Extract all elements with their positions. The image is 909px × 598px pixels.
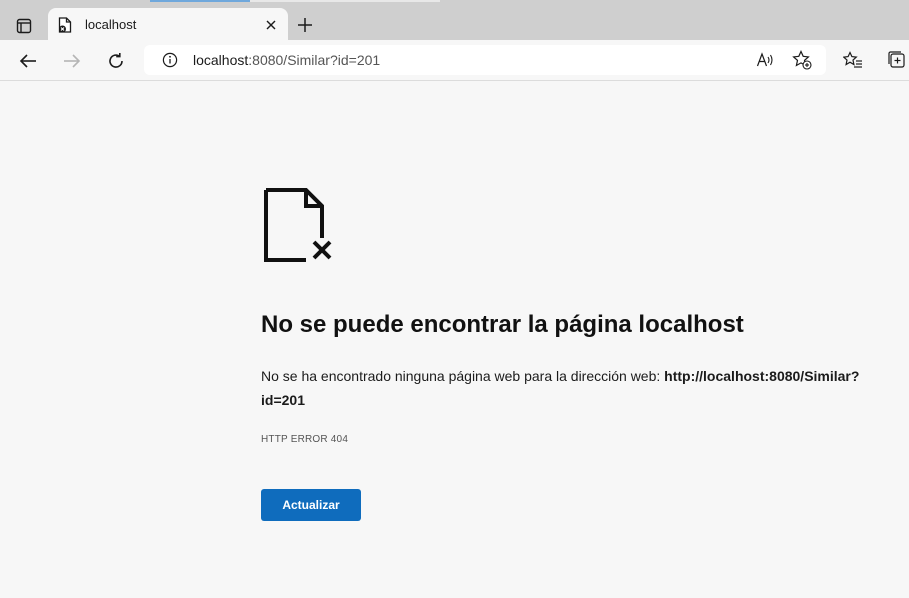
- forward-arrow-icon: [64, 54, 81, 68]
- favorites-button[interactable]: [841, 48, 865, 72]
- tab-actions-icon: [16, 18, 32, 34]
- browser-toolbar: localhost:8080/Similar?id=201: [0, 40, 909, 81]
- tab-close-button[interactable]: [262, 16, 280, 34]
- error-code: HTTP ERROR 404: [261, 434, 349, 445]
- tab-strip: localhost: [0, 0, 909, 41]
- reload-button[interactable]: Actualizar: [261, 489, 361, 521]
- description-text: No se ha encontrado ninguna página web p…: [261, 368, 665, 384]
- read-aloud-icon: [756, 52, 773, 67]
- refresh-button[interactable]: [101, 46, 131, 76]
- address-bar[interactable]: localhost:8080/Similar?id=201: [144, 45, 826, 75]
- tab-localhost[interactable]: localhost: [48, 8, 288, 41]
- collections-icon: [888, 51, 905, 68]
- back-button[interactable]: [13, 46, 43, 76]
- tab-strip-accent: [150, 0, 250, 2]
- close-icon: [266, 20, 276, 30]
- favorites-icon: [843, 51, 862, 68]
- add-favorite-button[interactable]: [792, 50, 812, 70]
- url-text[interactable]: localhost:8080/Similar?id=201: [193, 52, 380, 68]
- page-title: No se puede encontrar la página localhos…: [261, 311, 744, 338]
- tab-strip-accent-light: [250, 0, 440, 2]
- back-arrow-icon: [19, 54, 36, 68]
- info-icon[interactable]: [162, 52, 178, 68]
- tab-title: localhost: [85, 17, 137, 32]
- url-host: localhost: [193, 52, 249, 68]
- refresh-icon: [109, 53, 123, 68]
- tab-actions-button[interactable]: [10, 12, 38, 40]
- forward-button[interactable]: [57, 46, 87, 76]
- new-tab-button[interactable]: [292, 12, 318, 38]
- star-add-icon: [792, 50, 812, 70]
- plus-icon: [298, 18, 312, 32]
- read-aloud-button[interactable]: [756, 50, 776, 70]
- url-path: :8080/Similar?id=201: [248, 52, 381, 68]
- page-error-icon: [58, 17, 72, 33]
- requested-url-part1: http://localhost:8080/Similar?: [664, 368, 860, 384]
- error-description: No se ha encontrado ninguna página web p…: [261, 364, 881, 412]
- broken-document-icon: [264, 188, 332, 262]
- collections-button[interactable]: [885, 48, 909, 72]
- requested-url-part2: id=201: [261, 392, 305, 408]
